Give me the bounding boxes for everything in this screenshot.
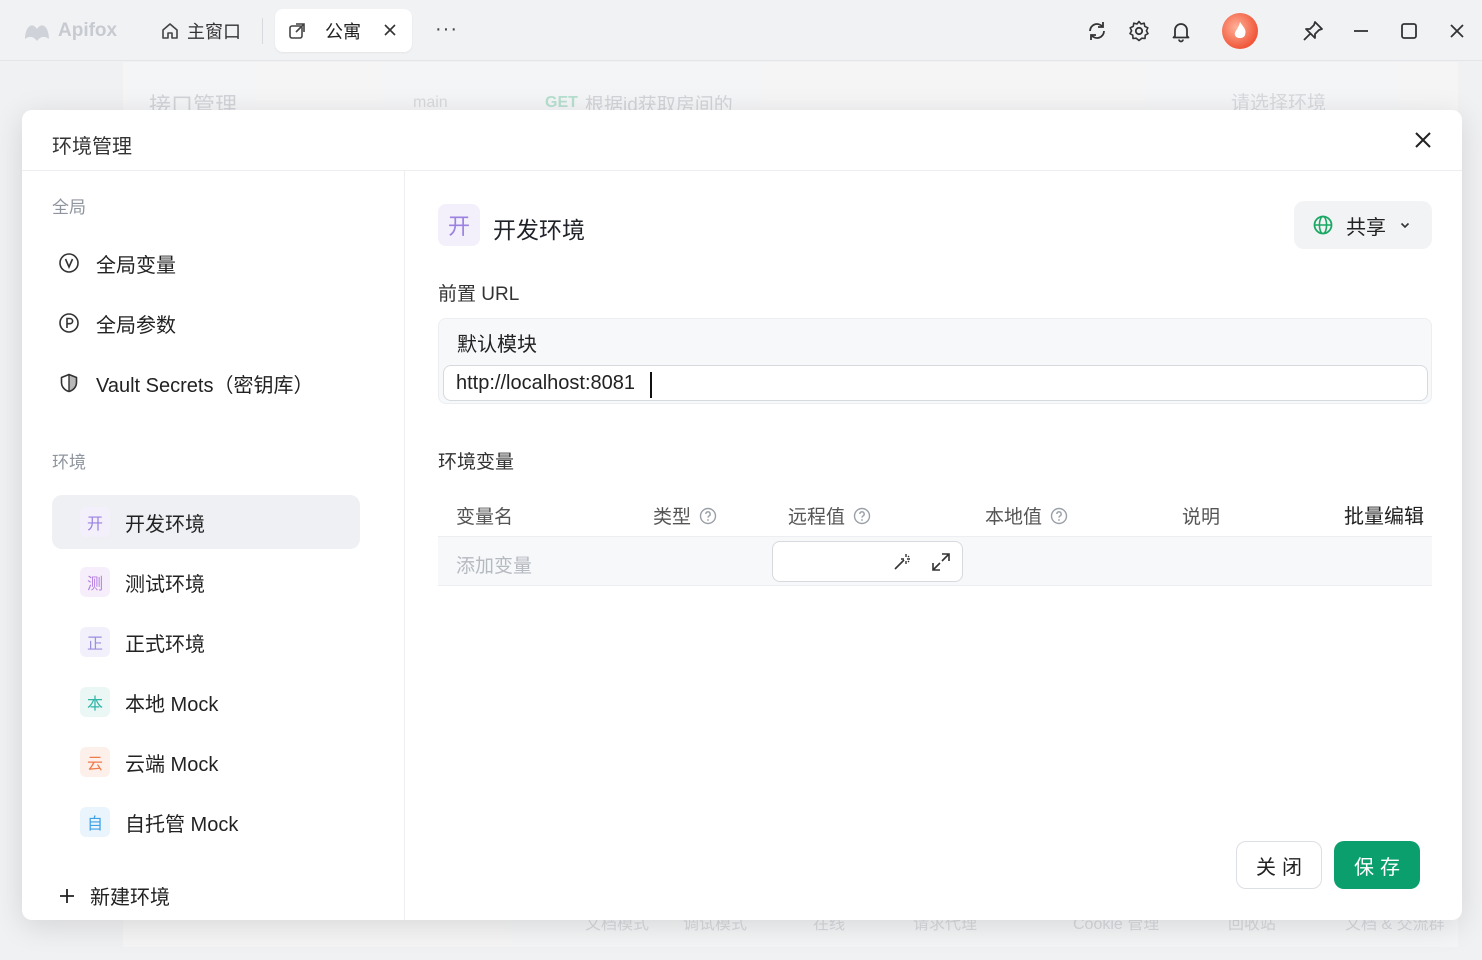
env-label: 开发环境 xyxy=(125,513,205,536)
help-icon[interactable] xyxy=(1050,507,1068,525)
base-url-label: 前置 URL xyxy=(438,284,520,305)
globe-icon xyxy=(1313,215,1333,235)
sidebar-item-global-variables[interactable]: 全局变量 xyxy=(52,236,360,290)
column-header-name: 变量名 xyxy=(456,502,513,529)
home-icon xyxy=(162,23,178,39)
column-header-description: 说明 xyxy=(1182,502,1220,529)
new-environment-label: 新建环境 xyxy=(90,887,170,909)
dialog-close-icon[interactable] xyxy=(1412,129,1434,151)
env-variables-label: 环境变量 xyxy=(438,452,515,473)
app-name: Apifox xyxy=(58,20,118,41)
env-label: 测试环境 xyxy=(125,573,205,596)
new-environment-button[interactable]: 新建环境 xyxy=(58,881,170,910)
base-url-input[interactable] xyxy=(443,365,1428,401)
shield-icon xyxy=(60,373,78,393)
env-badge: 本 xyxy=(80,687,110,717)
external-window-icon xyxy=(289,22,305,39)
tab-divider xyxy=(262,18,263,44)
maximize-icon[interactable] xyxy=(1397,19,1421,43)
column-header-remote-value: 远程值 xyxy=(788,502,871,529)
base-url-group: 默认模块 xyxy=(438,318,1432,404)
env-header-badge: 开 xyxy=(438,204,480,246)
environment-sidebar: 全局 全局变量 全局参数 Vault Secrets（密钥库） 环境 开 开发环… xyxy=(22,171,405,920)
env-badge: 云 xyxy=(80,747,110,777)
sync-icon[interactable] xyxy=(1085,19,1109,43)
env-badge: 开 xyxy=(80,507,110,537)
env-name-title[interactable]: 开发环境 xyxy=(493,211,585,245)
column-label: 类型 xyxy=(653,507,692,528)
pin-icon[interactable] xyxy=(1301,19,1325,43)
environment-detail: 开 开发环境 共享 前置 URL 默认模块 环境变量 变量名 类型 远程值 本地… xyxy=(406,171,1462,920)
sidebar-item-label: 全局变量 xyxy=(96,254,176,277)
variables-table: 变量名 类型 远程值 本地值 说明 批量编辑 添加变量 xyxy=(438,479,1432,586)
env-item-dev[interactable]: 开 开发环境 xyxy=(52,495,360,549)
plus-icon xyxy=(60,888,74,903)
env-label: 正式环境 xyxy=(125,633,205,656)
dialog-title: 环境管理 xyxy=(52,136,132,158)
dialog-header: 环境管理 xyxy=(22,110,1462,171)
environment-manager-dialog: 环境管理 全局 全局变量 全局参数 Vault Secrets（密钥库） 环境 … xyxy=(22,110,1462,920)
column-label: 变量名 xyxy=(456,507,514,528)
tab-project[interactable]: 公寓 xyxy=(275,9,412,52)
share-label: 共享 xyxy=(1346,216,1386,239)
expand-icon[interactable] xyxy=(930,551,952,573)
sidebar-item-label: Vault Secrets（密钥库） xyxy=(96,374,314,397)
column-label: 远程值 xyxy=(788,507,846,528)
env-item-cloud-mock[interactable]: 云 云端 Mock xyxy=(52,735,360,789)
env-badge: 正 xyxy=(80,627,110,657)
minimize-icon[interactable] xyxy=(1349,19,1373,43)
env-label: 自托管 Mock xyxy=(125,813,239,836)
column-label: 说明 xyxy=(1182,507,1221,528)
env-label: 本地 Mock xyxy=(125,693,219,716)
tab-project-label: 公寓 xyxy=(325,21,361,42)
global-section-label: 全局 xyxy=(52,198,86,217)
env-item-test[interactable]: 测 测试环境 xyxy=(52,555,360,609)
apifox-logo-icon xyxy=(25,25,49,41)
environment-section-label: 环境 xyxy=(52,453,86,472)
env-item-selfhosted-mock[interactable]: 自 自托管 Mock xyxy=(52,795,360,849)
close-button[interactable]: 关闭 xyxy=(1236,841,1322,889)
help-icon[interactable] xyxy=(853,507,871,525)
column-label: 本地值 xyxy=(985,507,1043,528)
env-item-local-mock[interactable]: 本 本地 Mock xyxy=(52,675,360,729)
magic-wand-icon[interactable] xyxy=(891,551,913,573)
add-variable-input[interactable]: 添加变量 xyxy=(456,551,532,578)
notification-bell-icon[interactable] xyxy=(1169,19,1193,43)
title-bar: Apifox 主窗口 公寓 ··· xyxy=(0,0,1482,61)
user-avatar[interactable] xyxy=(1222,13,1258,49)
env-label: 云端 Mock xyxy=(125,753,219,776)
tab-more-button[interactable]: ··· xyxy=(435,18,458,41)
table-row: 添加变量 xyxy=(438,537,1432,586)
tab-home-label: 主窗口 xyxy=(187,22,241,42)
remote-value-input[interactable] xyxy=(772,541,963,582)
settings-gear-icon[interactable] xyxy=(1127,19,1151,43)
window-close-icon[interactable] xyxy=(1445,19,1469,43)
tab-close-icon[interactable] xyxy=(380,20,400,40)
chevron-down-icon xyxy=(1400,222,1410,229)
avatar-flame-icon xyxy=(1234,22,1246,38)
table-header: 变量名 类型 远程值 本地值 说明 批量编辑 xyxy=(438,479,1432,537)
sidebar-item-label: 全局参数 xyxy=(96,314,176,337)
env-badge: 自 xyxy=(80,807,110,837)
env-badge: 测 xyxy=(80,567,110,597)
v-circle-icon xyxy=(59,253,79,273)
tab-home[interactable]: 主窗口 xyxy=(160,18,241,44)
column-header-type: 类型 xyxy=(653,502,717,529)
save-button[interactable]: 保存 xyxy=(1334,841,1420,889)
column-header-local-value: 本地值 xyxy=(985,502,1068,529)
module-name: 默认模块 xyxy=(457,334,537,356)
env-item-prod[interactable]: 正 正式环境 xyxy=(52,615,360,669)
sidebar-item-global-params[interactable]: 全局参数 xyxy=(52,296,360,350)
share-scope-dropdown[interactable]: 共享 xyxy=(1294,201,1432,249)
bulk-edit-button[interactable]: 批量编辑 xyxy=(1344,500,1424,529)
text-caret xyxy=(650,372,652,398)
help-icon[interactable] xyxy=(699,507,717,525)
p-circle-icon xyxy=(59,313,79,333)
app-logo: Apifox xyxy=(22,17,117,45)
sidebar-item-vault-secrets[interactable]: Vault Secrets（密钥库） xyxy=(52,356,360,410)
